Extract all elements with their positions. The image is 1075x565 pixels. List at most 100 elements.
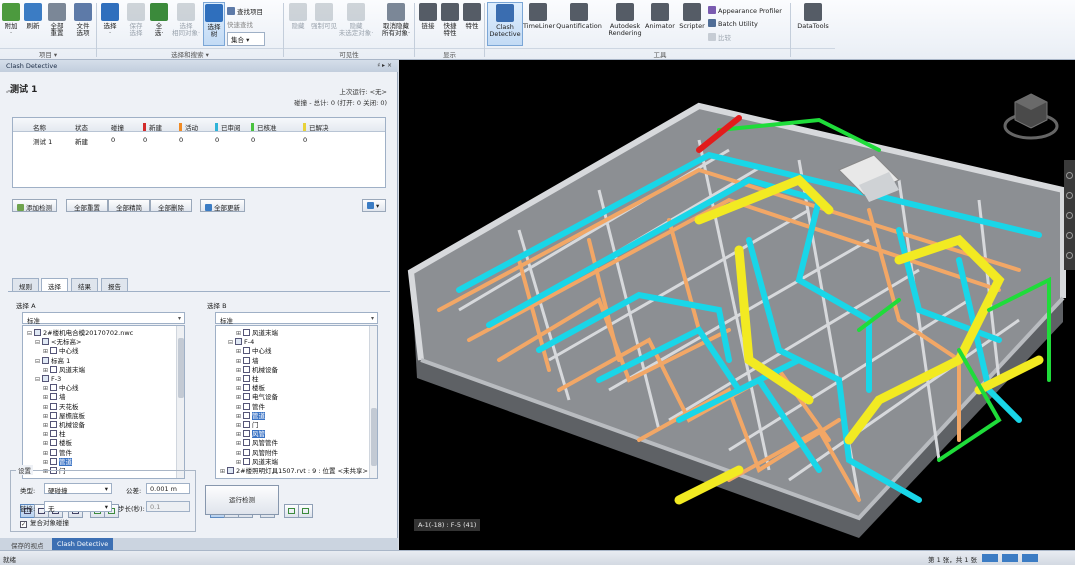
tree-item[interactable]: ⊞ 风管: [216, 430, 265, 439]
3d-viewport[interactable]: [399, 60, 1075, 550]
step-input[interactable]: 0.1: [146, 501, 190, 512]
expand-icon[interactable]: ⊞: [236, 431, 243, 439]
column-header[interactable]: 状态: [75, 122, 88, 132]
tree-item[interactable]: ⊟ F-3: [23, 375, 61, 383]
tree-item[interactable]: ⊞ 风管管件: [216, 439, 278, 447]
delete-all-button[interactable]: 全部删除: [150, 199, 192, 212]
column-header[interactable]: 新建: [143, 122, 162, 132]
tab-clash-detective[interactable]: Clash Detective: [52, 538, 114, 550]
tab-saved-viewpoints[interactable]: 保存的视点: [6, 538, 49, 550]
tab-select[interactable]: 选择: [41, 278, 68, 292]
column-header[interactable]: 名称: [33, 122, 46, 132]
table-cell[interactable]: 0: [143, 136, 147, 144]
tree-item[interactable]: ⊟ F-4: [216, 338, 254, 346]
select-all-button[interactable]: 全 选·: [147, 2, 171, 46]
scrollbar-thumb[interactable]: [178, 338, 184, 398]
tree-item[interactable]: ⊞ 电气设备: [216, 393, 278, 401]
require-button[interactable]: 强制可见: [310, 2, 338, 46]
table-cell[interactable]: 0: [215, 136, 219, 144]
compare-button[interactable]: 比较: [708, 32, 731, 42]
collapse-icon[interactable]: ⊟: [27, 330, 34, 338]
tree-item[interactable]: ⊞ 中心线: [23, 347, 79, 355]
table-cell[interactable]: 0: [251, 136, 255, 144]
expand-icon[interactable]: ⊞: [43, 440, 50, 448]
tab-results[interactable]: 结果: [71, 278, 98, 291]
reset-all-button[interactable]: 全部 重置: [44, 2, 70, 46]
expand-icon[interactable]: ⊞: [43, 367, 50, 375]
expand-icon[interactable]: ⊞: [236, 385, 243, 393]
zoom-icon[interactable]: [1066, 212, 1073, 219]
column-header[interactable]: 已审阅: [215, 122, 241, 132]
scripter-button[interactable]: Scripter: [677, 2, 707, 46]
pan-icon[interactable]: [1066, 192, 1073, 199]
expand-icon[interactable]: ⊞: [236, 450, 243, 458]
type-dropdown[interactable]: 硬碰撞 ▾: [44, 483, 112, 495]
table-cell[interactable]: 测试 1: [33, 136, 52, 146]
collapse-icon[interactable]: ⊟: [35, 358, 42, 366]
hide-unselected-button[interactable]: 隐藏 未选定对象·: [338, 2, 374, 46]
selection-a-scrollbar[interactable]: [176, 326, 184, 478]
orbit-icon[interactable]: [1066, 232, 1073, 239]
expand-icon[interactable]: ⊞: [43, 348, 50, 356]
table-cell[interactable]: 新建: [75, 136, 88, 146]
expand-icon[interactable]: ⊞: [236, 394, 243, 402]
expand-icon[interactable]: ⊞: [43, 413, 50, 421]
datatools-button[interactable]: DataTools: [795, 2, 831, 46]
quick-properties-button[interactable]: 快捷 特性: [439, 2, 461, 46]
panel-window-controls[interactable]: ♯ ▸ ×: [377, 62, 392, 69]
column-header[interactable]: 碰撞: [111, 122, 124, 132]
tree-item[interactable]: ⊞ 风道末端: [216, 457, 278, 467]
selection-b-tree[interactable]: ⊞ 风道末端 ⊟ F-4 ⊞ 中心线 ⊞ 墙 ⊞ 机械设备 ⊞ 柱 ⊞ 楼板 ⊞ 电气设备 ⊞ 管件 ⊞ 管道 ⊞ 门 ⊞ 风…: [215, 325, 378, 479]
tree-item[interactable]: ⊞ 墙: [216, 356, 259, 366]
tree-item[interactable]: ⊞ 柱: [216, 375, 259, 383]
tree-item[interactable]: ⊞ 中心线: [216, 347, 272, 355]
expand-icon[interactable]: ⊞: [236, 358, 243, 366]
collapse-icon[interactable]: ⊟: [35, 376, 42, 384]
tree-item[interactable]: ⊞ 机械设备: [23, 421, 85, 429]
tree-item[interactable]: ⊞ 楼板: [216, 384, 265, 392]
expand-icon[interactable]: ⊞: [43, 431, 50, 439]
link-dropdown[interactable]: 无 ▾: [44, 501, 112, 513]
tree-item[interactable]: ⊞ 楼板: [23, 439, 72, 447]
compact-all-button[interactable]: 全部精简: [108, 199, 150, 212]
selection-a-dropdown[interactable]: 标准 ▾: [22, 312, 185, 325]
expand-icon[interactable]: ⊞: [43, 459, 50, 467]
viewcube-icon[interactable]: [999, 82, 1063, 146]
timeliner-button[interactable]: TimeLiner: [523, 2, 555, 46]
tree-item[interactable]: ⊞ 风道末端: [216, 329, 278, 337]
tree-item[interactable]: ⊞ 管件: [23, 448, 72, 457]
hide-button[interactable]: 隐藏: [286, 2, 310, 46]
add-test-button[interactable]: 添加检测: [12, 199, 57, 212]
tree-item[interactable]: ⊞ 2#楼照明灯具1507.rvt : 9 : 位置 <未共享>: [216, 467, 368, 475]
composite-object-checkbox[interactable]: ✓ 复合对象碰撞: [20, 517, 69, 528]
select-same-button[interactable]: 选择 相同对象·: [171, 2, 201, 46]
tree-item[interactable]: ⊞ 管件: [216, 402, 265, 411]
tree-item[interactable]: ⊞ 墙: [23, 393, 66, 401]
expand-icon[interactable]: ⊞: [236, 348, 243, 356]
expand-icon[interactable]: ⊞: [43, 422, 50, 430]
tree-item[interactable]: ⊞ 风道末端: [23, 365, 85, 375]
selection-b-use-current-button[interactable]: [284, 504, 299, 518]
selection-b-dropdown[interactable]: 标准 ▾: [215, 312, 378, 325]
collapse-icon[interactable]: ⊟: [228, 339, 235, 347]
append-button[interactable]: 附加 ·: [0, 2, 22, 46]
tree-item[interactable]: ⊞ 屋檐底板: [23, 411, 85, 421]
steering-wheel-icon[interactable]: [1066, 172, 1073, 179]
export-button[interactable]: ▾: [362, 199, 386, 212]
unhide-all-button[interactable]: 取消隐藏 所有对象·: [378, 2, 414, 46]
collapse-icon[interactable]: ⊟: [35, 339, 42, 347]
expand-icon[interactable]: ⊞: [236, 459, 243, 467]
look-icon[interactable]: [1066, 252, 1073, 259]
column-header[interactable]: 活动: [179, 122, 198, 132]
reset-all-button[interactable]: 全部重置: [66, 199, 108, 212]
quantification-button[interactable]: Quantification: [555, 2, 603, 46]
sets-dropdown[interactable]: 集合 ▾: [227, 32, 265, 46]
expand-icon[interactable]: ⊞: [43, 404, 50, 412]
tab-rules[interactable]: 规则: [12, 278, 39, 291]
expand-icon[interactable]: ⊞: [220, 468, 227, 476]
appearance-profiler-button[interactable]: Appearance Profiler: [708, 6, 782, 15]
tree-item[interactable]: ⊟ 2#楼机电合模20170702.nwc: [23, 329, 133, 337]
expand-icon[interactable]: ⊞: [43, 394, 50, 402]
table-cell[interactable]: 0: [111, 136, 115, 144]
selection-tree-button[interactable]: 选择 树: [203, 2, 225, 46]
